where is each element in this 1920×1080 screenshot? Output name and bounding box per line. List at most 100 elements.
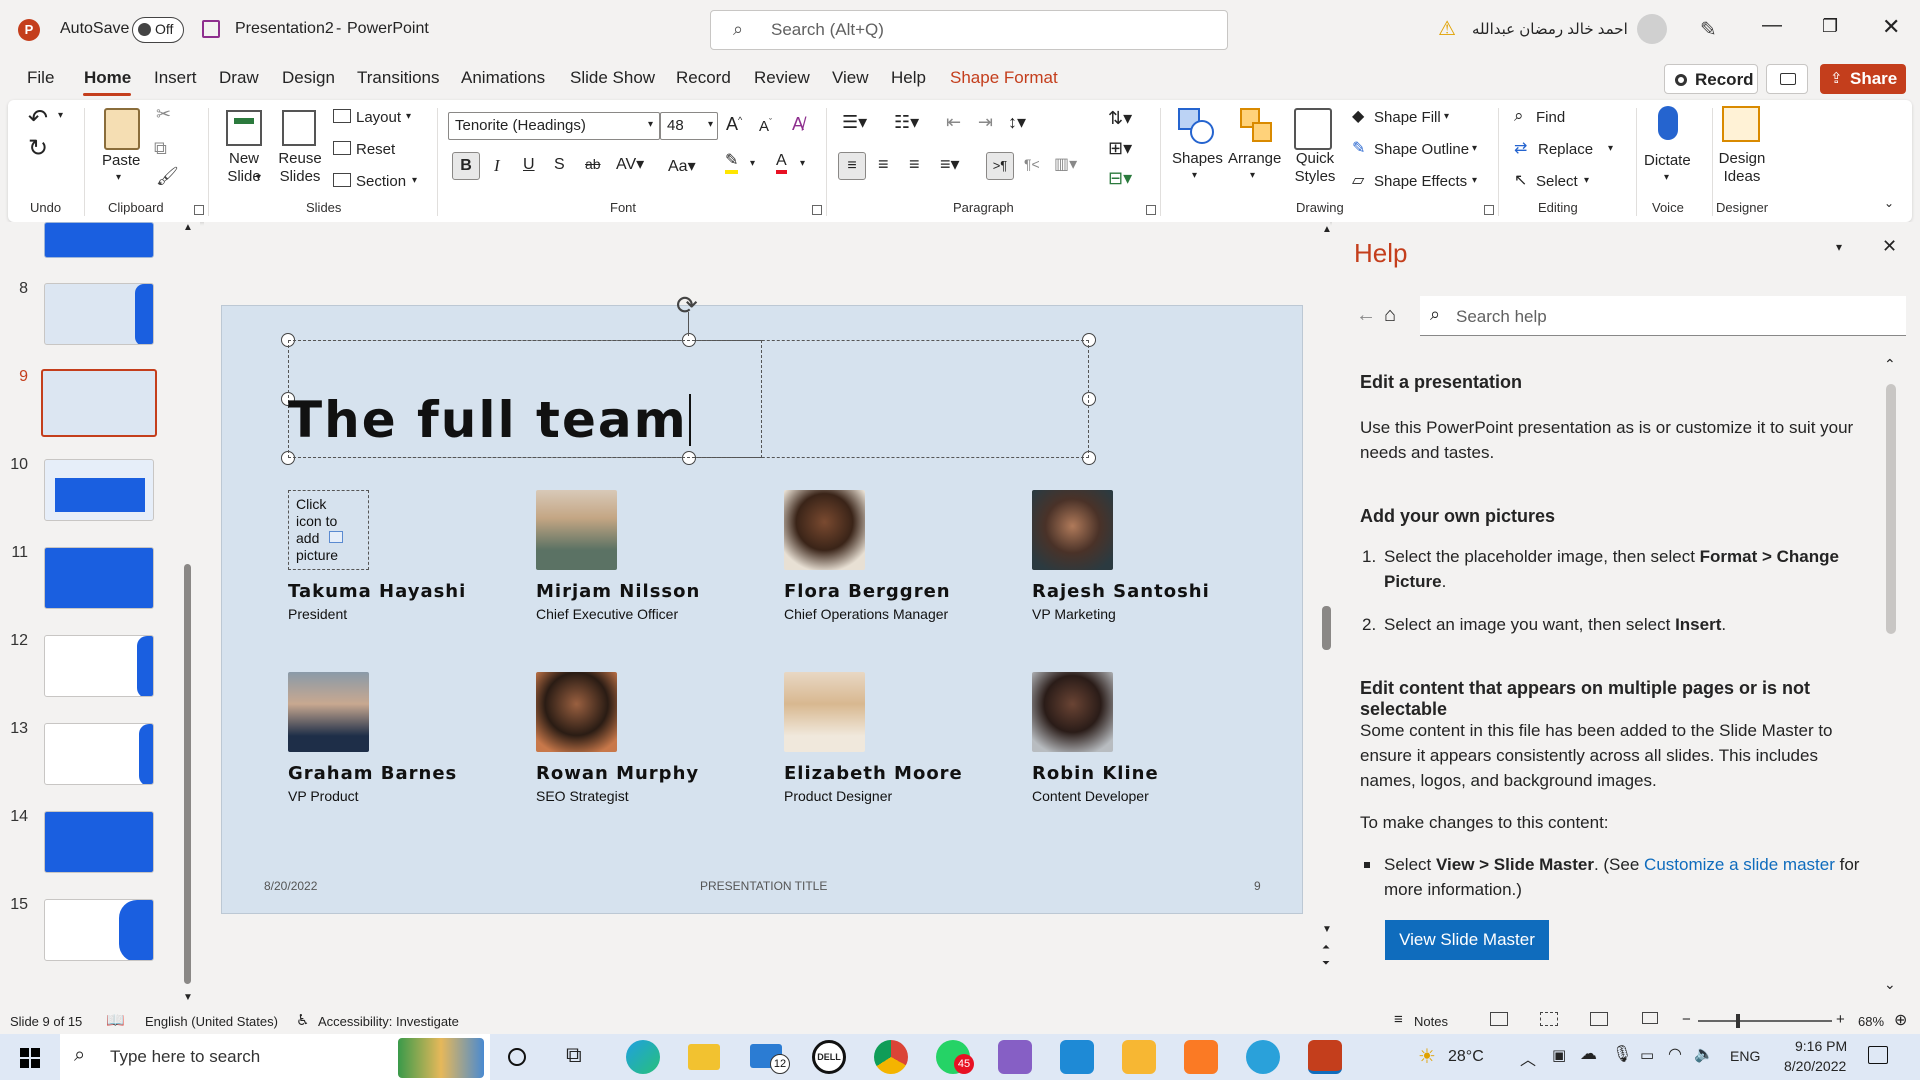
dell-icon[interactable]: DELL: [812, 1040, 846, 1074]
rotate-handle-icon[interactable]: ⟳: [676, 290, 698, 321]
tab-record[interactable]: Record: [676, 68, 731, 88]
shadow-button[interactable]: S: [554, 156, 565, 174]
slide-thumbnail-7[interactable]: [44, 222, 154, 258]
paste-dropdown-icon[interactable]: ▾: [116, 172, 121, 183]
autosave-toggle[interactable]: Off: [132, 17, 184, 43]
dictate-dropdown-icon[interactable]: ▾: [1664, 172, 1669, 183]
fit-slide-icon[interactable]: ⊕: [1894, 1010, 1907, 1030]
zoom-slider[interactable]: [1698, 1014, 1832, 1028]
tab-help[interactable]: Help: [891, 68, 926, 88]
shape-fill-dropdown-icon[interactable]: ▾: [1444, 111, 1449, 122]
change-case-button[interactable]: Aa▾: [668, 156, 696, 176]
redo-icon[interactable]: ↻: [28, 134, 48, 163]
scrollbar-thumb[interactable]: [184, 564, 191, 984]
person-role[interactable]: SEO Strategist: [536, 788, 629, 804]
design-ideas-icon[interactable]: [1722, 106, 1760, 142]
slide-footer-date[interactable]: 8/20/2022: [264, 879, 317, 893]
highlight-icon[interactable]: ✎: [725, 152, 739, 174]
tab-view[interactable]: View: [832, 68, 869, 88]
select-dropdown-icon[interactable]: ▾: [1584, 175, 1589, 186]
font-name-select[interactable]: Tenorite (Headings) ▾: [448, 112, 660, 140]
cortana-icon[interactable]: [508, 1048, 526, 1066]
scroll-up-icon[interactable]: ▲: [183, 222, 193, 233]
vertical-scrollbar[interactable]: ▲ ▼ ⏶ ⏷: [1322, 224, 1332, 988]
person-photo[interactable]: [1032, 672, 1113, 752]
shape-effects-icon[interactable]: ▱: [1352, 170, 1364, 190]
increase-indent-icon[interactable]: ⇥: [978, 112, 993, 133]
slide-thumbnail-14[interactable]: [44, 811, 154, 873]
visual-studio-icon[interactable]: [998, 1040, 1032, 1074]
windows-start-icon[interactable]: [20, 1048, 40, 1068]
layout-button[interactable]: Layout: [356, 109, 401, 126]
close-icon[interactable]: ✕: [1882, 14, 1900, 40]
scrollbar-thumb[interactable]: [1322, 606, 1331, 650]
language-indicator[interactable]: ENG: [1730, 1048, 1760, 1064]
replace-dropdown-icon[interactable]: ▾: [1608, 143, 1613, 154]
paint-bucket-icon[interactable]: ◆: [1352, 106, 1364, 126]
app-icon[interactable]: [1122, 1040, 1156, 1074]
align-right-icon[interactable]: ≡: [909, 154, 920, 175]
arrange-dropdown-icon[interactable]: ▾: [1250, 170, 1255, 181]
tab-slide-show[interactable]: Slide Show: [570, 68, 655, 88]
save-icon[interactable]: [202, 20, 220, 38]
person-name[interactable]: Elizabeth Moore: [784, 763, 963, 784]
person-role[interactable]: President: [288, 606, 347, 622]
tab-shape-format[interactable]: Shape Format: [950, 68, 1058, 88]
avatar[interactable]: [1637, 14, 1667, 44]
align-text-icon[interactable]: ⊞▾: [1108, 138, 1132, 159]
telegram-icon[interactable]: [1246, 1040, 1280, 1074]
font-size-select[interactable]: 48 ▾: [660, 112, 718, 140]
reset-button[interactable]: Reset: [356, 141, 395, 158]
shape-outline-dropdown-icon[interactable]: ▾: [1472, 143, 1477, 154]
help-scrollbar[interactable]: ⌃ ⌄: [1884, 356, 1898, 1002]
person-name[interactable]: Robin Kline: [1032, 763, 1159, 784]
layout-dropdown-icon[interactable]: ▾: [406, 111, 411, 122]
slide-thumbnail-12[interactable]: [44, 635, 154, 697]
undo-icon[interactable]: ↶: [28, 104, 48, 133]
font-launcher-icon[interactable]: [812, 205, 822, 215]
align-center-icon[interactable]: ≡: [878, 154, 889, 175]
section-icon[interactable]: [333, 173, 351, 187]
format-painter-icon[interactable]: 🖌: [156, 166, 179, 187]
pen-icon[interactable]: ✎: [1700, 17, 1717, 42]
next-slide-icon[interactable]: ⏷: [1322, 958, 1330, 969]
new-slide-dropdown-icon[interactable]: ▾: [256, 172, 261, 183]
decrease-indent-icon[interactable]: ⇤: [946, 112, 961, 133]
reuse-slides-button[interactable]: Reuse Slides: [276, 150, 324, 186]
shapes-dropdown-icon[interactable]: ▾: [1192, 170, 1197, 181]
person-name[interactable]: Mirjam Nilsson: [536, 581, 700, 602]
microphone-tray-icon[interactable]: 🎙: [1612, 1044, 1632, 1064]
copy-icon[interactable]: ⧉: [154, 138, 167, 159]
paragraph-launcher-icon[interactable]: [1146, 205, 1156, 215]
notes-icon[interactable]: ≡: [1394, 1011, 1403, 1028]
search-input[interactable]: ⌕ Search (Alt+Q): [710, 10, 1228, 50]
select-button[interactable]: Select: [1536, 173, 1578, 190]
reading-view-icon[interactable]: [1590, 1012, 1608, 1026]
weather-icon[interactable]: ☀: [1418, 1044, 1436, 1069]
numbering-icon[interactable]: ☷▾: [894, 112, 919, 133]
view-slide-master-button[interactable]: View Slide Master: [1385, 920, 1549, 960]
person-role[interactable]: VP Product: [288, 788, 359, 804]
arrange-button[interactable]: Arrange: [1228, 150, 1281, 168]
shapes-icon[interactable]: [1178, 108, 1216, 148]
person-photo[interactable]: [536, 490, 617, 570]
weather-temp[interactable]: 28°C: [1448, 1048, 1484, 1066]
reset-icon[interactable]: [333, 141, 351, 155]
replace-button[interactable]: Replace: [1538, 141, 1593, 158]
notes-button[interactable]: Notes: [1414, 1014, 1448, 1029]
xampp-icon[interactable]: [1184, 1040, 1218, 1074]
back-icon[interactable]: ←: [1356, 304, 1376, 327]
font-color-icon[interactable]: A: [776, 152, 787, 174]
close-pane-icon[interactable]: ✕: [1882, 236, 1897, 257]
previous-slide-icon[interactable]: ⏶: [1322, 942, 1330, 953]
tray-chevron-icon[interactable]: ︿: [1520, 1046, 1536, 1070]
search-highlight-image[interactable]: [398, 1038, 484, 1078]
clock-date[interactable]: 8/20/2022: [1784, 1058, 1846, 1074]
scroll-up-icon[interactable]: ⌃: [1884, 356, 1896, 373]
person-photo[interactable]: [288, 672, 369, 752]
scroll-down-icon[interactable]: ⌄: [1884, 976, 1896, 993]
notifications-icon[interactable]: [1868, 1046, 1888, 1064]
tab-review[interactable]: Review: [754, 68, 810, 88]
wifi-icon[interactable]: ◠: [1668, 1044, 1682, 1064]
tab-animations[interactable]: Animations: [461, 68, 545, 88]
